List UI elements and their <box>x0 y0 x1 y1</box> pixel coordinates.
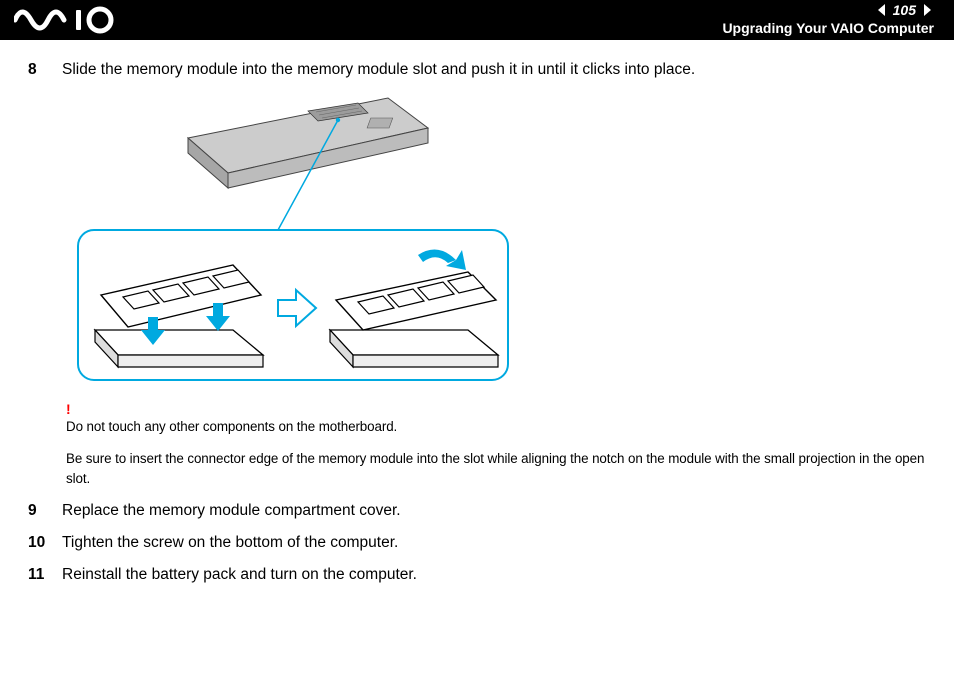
warning-icon: ! <box>66 401 926 417</box>
step-text: Replace the memory module compartment co… <box>62 499 401 523</box>
step-number: 8 <box>28 58 50 82</box>
memory-install-illustration <box>68 90 926 395</box>
page-content: 8 Slide the memory module into the memor… <box>0 40 954 587</box>
step-text: Slide the memory module into the memory … <box>62 58 695 82</box>
step-11: 11 Reinstall the battery pack and turn o… <box>28 563 926 587</box>
section-title: Upgrading Your VAIO Computer <box>722 20 934 36</box>
step-number: 10 <box>28 531 50 555</box>
step-10: 10 Tighten the screw on the bottom of th… <box>28 531 926 555</box>
step-number: 9 <box>28 499 50 523</box>
warning-text: Do not touch any other components on the… <box>66 417 926 437</box>
note-text: Be sure to insert the connector edge of … <box>66 449 926 489</box>
right-arrow-icon <box>278 290 316 326</box>
warning-block: ! Do not touch any other components on t… <box>66 401 926 489</box>
prev-page-arrow-icon[interactable] <box>875 3 889 17</box>
page-number: 105 <box>893 2 916 18</box>
step-number: 11 <box>28 563 50 587</box>
step-text: Tighten the screw on the bottom of the c… <box>62 531 398 555</box>
step-9: 9 Replace the memory module compartment … <box>28 499 926 523</box>
next-page-arrow-icon[interactable] <box>920 3 934 17</box>
step-8: 8 Slide the memory module into the memor… <box>28 58 926 82</box>
page-navigation: 105 <box>875 2 934 18</box>
vaio-logo-icon <box>14 6 124 39</box>
step-text: Reinstall the battery pack and turn on t… <box>62 563 417 587</box>
page-header: 105 Upgrading Your VAIO Computer <box>0 0 954 40</box>
